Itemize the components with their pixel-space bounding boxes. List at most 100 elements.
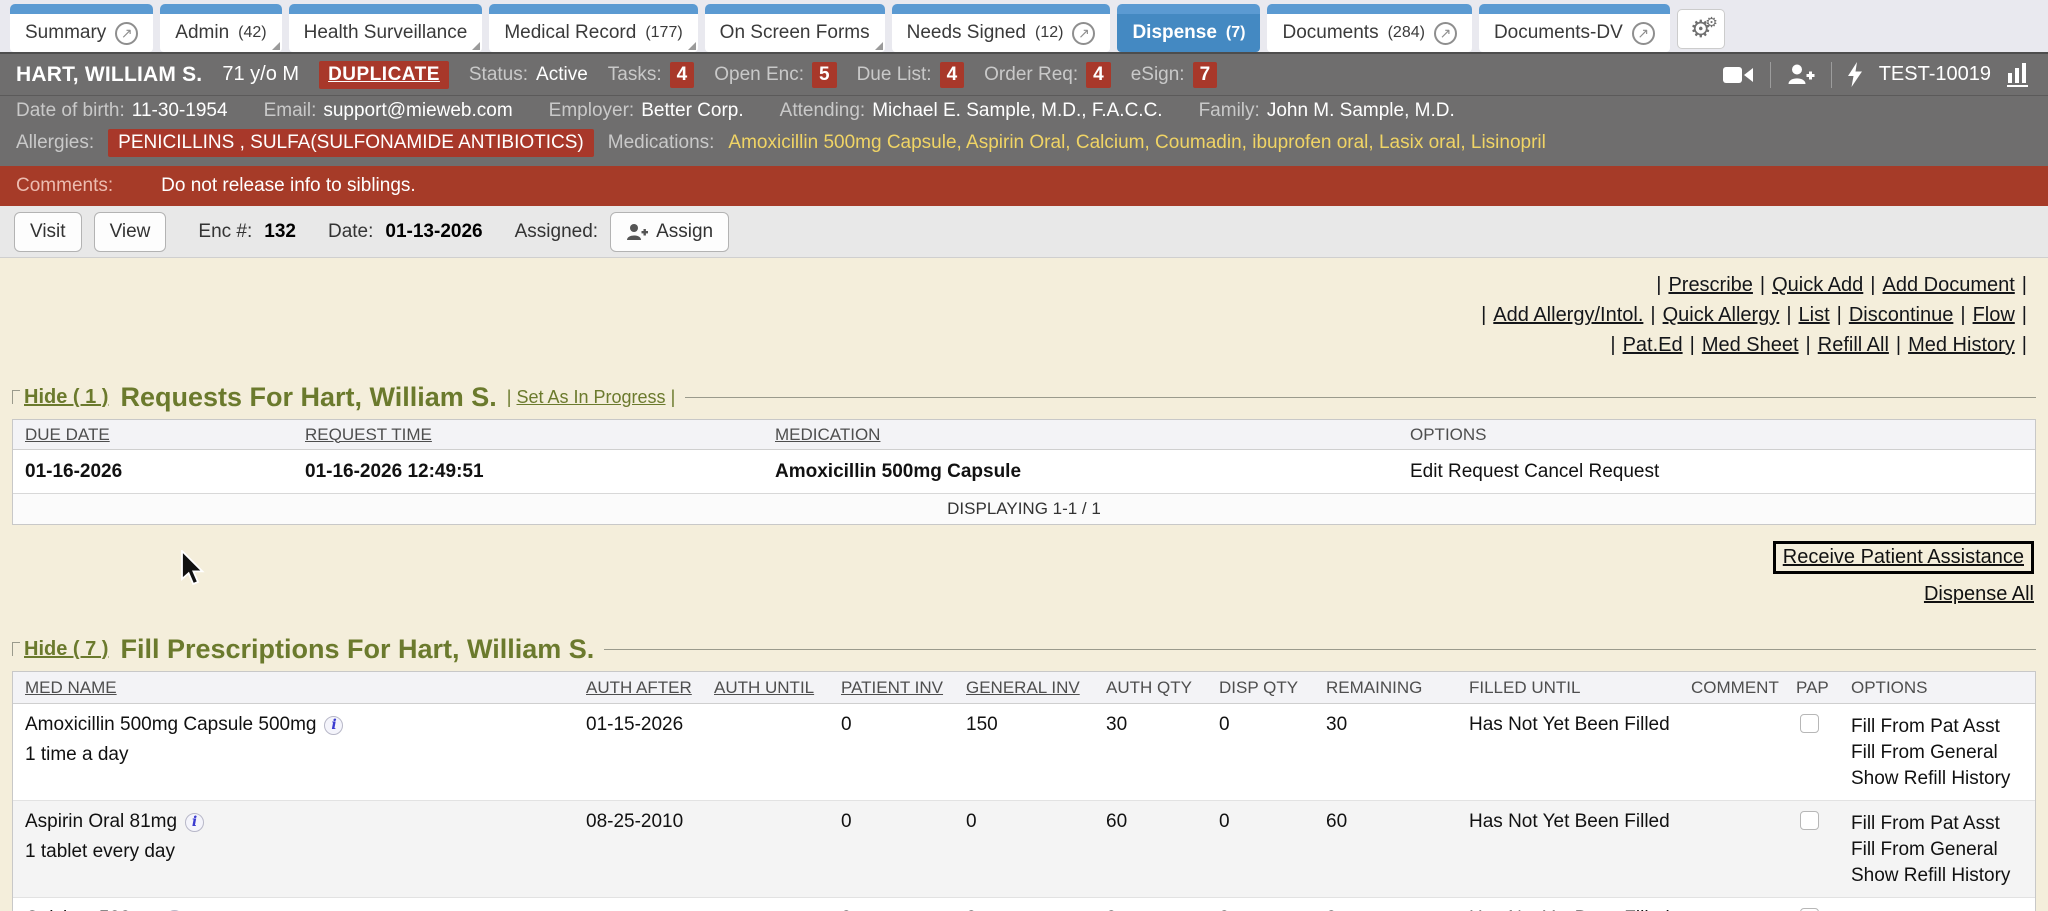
open-enc-count-badge[interactable]: 5 (812, 62, 837, 88)
cancel-request-link[interactable]: Cancel Request (1524, 461, 1659, 482)
refill-all-link[interactable]: Refill All (1818, 334, 1889, 356)
med-name-header[interactable]: MED NAME (13, 678, 574, 698)
pap-checkbox[interactable] (1800, 714, 1819, 733)
med-name: Amoxicillin 500mg Capsule 500mg (25, 714, 316, 736)
open-new-window-icon[interactable]: ↗ (1632, 22, 1655, 45)
visit-button[interactable]: Visit (14, 212, 82, 252)
medication-header[interactable]: MEDICATION (763, 425, 1398, 445)
view-button[interactable]: View (94, 212, 167, 252)
tab-summary[interactable]: Summary ↗ (10, 4, 153, 52)
assigned-label: Assigned: (515, 221, 598, 243)
medication-link[interactable]: Coumadin (1155, 132, 1252, 153)
fill-hide-link[interactable]: Hide ( 7 ) (24, 638, 108, 661)
tab-medical-record[interactable]: Medical Record (177) (489, 4, 697, 52)
tab-count: (284) (1388, 24, 1425, 42)
medication-link[interactable]: Calcium (1076, 132, 1155, 153)
tab-health-surveillance[interactable]: Health Surveillance (289, 4, 483, 52)
pat-ed-link[interactable]: Pat.Ed (1623, 334, 1683, 356)
quick-add-link[interactable]: Quick Add (1772, 274, 1863, 296)
fill-table-header: MED NAME AUTH AFTER AUTH UNTIL PATIENT I… (13, 672, 2035, 704)
flow-link[interactable]: Flow (1973, 304, 2015, 326)
open-new-window-icon[interactable]: ↗ (1434, 22, 1457, 45)
medication-link[interactable]: Amoxicillin 500mg Capsule (728, 132, 966, 153)
order-req-count-badge[interactable]: 4 (1086, 62, 1111, 88)
auth-until-header[interactable]: AUTH UNTIL (702, 678, 829, 698)
fill-from-pat-asst-link[interactable]: Fill From Pat Asst (1851, 714, 2035, 740)
add-document-link[interactable]: Add Document (1883, 274, 2015, 296)
allergies-label: Allergies: (16, 132, 94, 154)
assign-button[interactable]: Assign (610, 212, 729, 252)
requests-table-header: DUE DATE REQUEST TIME MEDICATION OPTIONS (13, 420, 2035, 450)
dob-label: Date of birth: (16, 100, 125, 122)
prescribe-link[interactable]: Prescribe (1668, 274, 1752, 296)
medication-link[interactable]: Lasix oral (1379, 132, 1471, 153)
medication-link[interactable]: Aspirin Oral (966, 132, 1076, 153)
tab-label: Summary (25, 22, 106, 44)
tab-strip (1267, 4, 1471, 14)
fill-from-pat-asst-link[interactable]: Fill From Pat Asst (1851, 811, 2035, 837)
action-links-row-2: Add Allergy/Intol. Quick Allergy List Disco… (0, 300, 2034, 330)
add-person-icon[interactable] (1787, 63, 1815, 86)
action-links-row-3: Pat.Ed Med Sheet Refill All Med History (0, 330, 2034, 360)
set-in-progress-link[interactable]: Set As In Progress (516, 387, 665, 407)
bar-chart-icon[interactable] (2007, 62, 2032, 87)
tab-label: On Screen Forms (720, 22, 870, 44)
tab-settings-button[interactable]: ⚙⚙ (1677, 9, 1725, 49)
medication-link[interactable]: Lisinopril (1471, 132, 1546, 153)
tab-on-screen-forms[interactable]: On Screen Forms (705, 4, 885, 52)
list-link[interactable]: List (1799, 304, 1830, 326)
tab-label: Needs Signed (907, 22, 1026, 44)
fill-from-general-link[interactable]: Fill From General (1851, 837, 2035, 863)
options-cell: Fill From Pat Asst Fill From General Sho… (1839, 811, 2035, 889)
med-history-link[interactable]: Med History (1908, 334, 2015, 356)
tab-dispense-active[interactable]: Dispense(7) (1117, 4, 1260, 52)
pap-checkbox[interactable] (1800, 811, 1819, 830)
edit-request-link[interactable]: Edit Request (1410, 461, 1519, 482)
auth-after-cell: 01-15-2026 (574, 714, 702, 736)
due-date-header[interactable]: DUE DATE (13, 425, 293, 445)
show-refill-history-link[interactable]: Show Refill History (1851, 863, 2035, 889)
info-icon[interactable]: i (185, 813, 204, 832)
auth-after-header[interactable]: AUTH AFTER (574, 678, 702, 698)
general-inv-header[interactable]: GENERAL INV (954, 678, 1094, 698)
tab-admin[interactable]: Admin(42) (160, 4, 281, 52)
info-icon[interactable]: i (324, 716, 343, 735)
requests-section-header: Hide ( 1 ) Requests For Hart, William S.… (12, 382, 2048, 413)
video-camera-icon[interactable] (1723, 65, 1754, 85)
quick-allergy-link[interactable]: Quick Allergy (1663, 304, 1780, 326)
receive-patient-assistance-link[interactable]: Receive Patient Assistance (1783, 546, 2024, 568)
due-list-count-badge[interactable]: 4 (940, 62, 965, 88)
lightning-bolt-icon[interactable] (1848, 62, 1863, 87)
enc-date-label: Date: (328, 221, 373, 243)
request-time-header[interactable]: REQUEST TIME (293, 425, 763, 445)
duplicate-badge[interactable]: DUPLICATE (319, 61, 449, 89)
auth-qty-header: AUTH QTY (1094, 678, 1207, 698)
tab-label: Medical Record (504, 22, 636, 44)
discontinue-link[interactable]: Discontinue (1849, 304, 1954, 326)
section-rule (685, 397, 2036, 398)
patient-inv-header[interactable]: PATIENT INV (829, 678, 954, 698)
esign-count-badge[interactable]: 7 (1193, 62, 1218, 88)
show-refill-history-link[interactable]: Show Refill History (1851, 766, 2035, 792)
tab-documents-dv[interactable]: Documents-DV↗ (1479, 4, 1670, 52)
disp-qty-cell: 0 (1207, 811, 1314, 833)
request-row: 01-16-2026 01-16-2026 12:49:51 Amoxicill… (13, 450, 2035, 494)
dispense-all-link[interactable]: Dispense All (1924, 583, 2034, 605)
medication-link[interactable]: ibuprofen oral (1252, 132, 1379, 153)
tab-needs-signed[interactable]: Needs Signed(12)↗ (892, 4, 1111, 52)
add-allergy-link[interactable]: Add Allergy/Intol. (1493, 304, 1643, 326)
open-new-window-icon[interactable]: ↗ (115, 22, 138, 45)
tasks-count-badge[interactable]: 4 (670, 62, 695, 88)
allergies-badge[interactable]: PENICILLINS , SULFA(SULFONAMIDE ANTIBIOT… (108, 129, 594, 157)
remaining-cell: 60 (1314, 811, 1457, 833)
tab-strip (1479, 4, 1670, 14)
tab-bar: Summary ↗ Admin(42) Health Surveillance M… (0, 0, 2048, 52)
tab-documents[interactable]: Documents(284)↗ (1267, 4, 1471, 52)
open-new-window-icon[interactable]: ↗ (1072, 22, 1095, 45)
tab-count: (7) (1226, 24, 1246, 42)
med-sheet-link[interactable]: Med Sheet (1702, 334, 1799, 356)
requests-hide-link[interactable]: Hide ( 1 ) (24, 386, 108, 409)
fill-from-general-link[interactable]: Fill From General (1851, 740, 2035, 766)
tab-count: (177) (645, 24, 682, 42)
section-corner (12, 390, 20, 404)
